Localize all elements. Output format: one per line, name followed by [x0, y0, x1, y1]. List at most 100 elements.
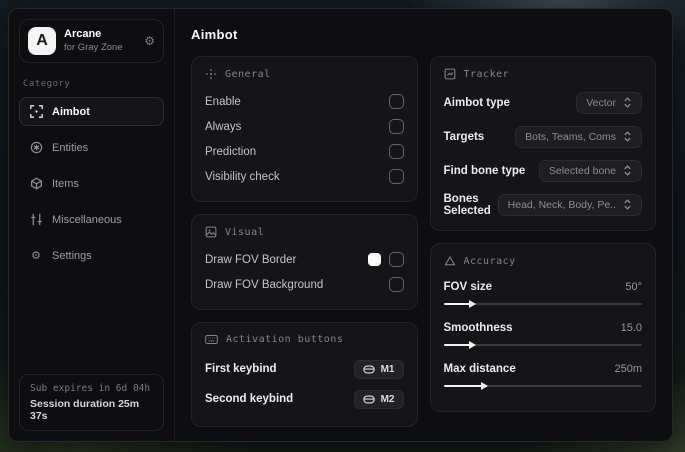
- always-checkbox[interactable]: [388, 119, 404, 134]
- slider-thumb[interactable]: [469, 340, 477, 349]
- setting-label: Enable: [205, 95, 241, 108]
- slider-thumb[interactable]: [481, 381, 489, 390]
- setting-row-first-keybind: First keybind M1: [205, 354, 404, 384]
- slider-value: 50°: [625, 281, 642, 293]
- left-column: General Enable Always Prediction Visibil…: [191, 56, 418, 439]
- gear-icon[interactable]: ⚙: [144, 34, 155, 48]
- gear-icon: ⚙: [31, 250, 41, 262]
- brand-name: Arcane: [64, 28, 102, 41]
- fov-border-color-swatch[interactable]: [367, 253, 381, 266]
- setting-row-fov-size: FOV size 50°: [443, 276, 642, 309]
- card-title: Accuracy: [463, 255, 516, 267]
- first-keybind-button[interactable]: M1: [353, 359, 404, 379]
- tracker-card: Tracker Aimbot type Vector Targets Bots,…: [429, 56, 656, 231]
- sidebar-item-entities[interactable]: Entities: [19, 133, 164, 162]
- unfold-icon: [624, 131, 631, 142]
- sub-expires-text: Sub expires in 6d 04h: [30, 383, 151, 394]
- setting-label: Draw FOV Border: [205, 253, 297, 266]
- targets-dropdown[interactable]: Bots, Teams, Coms: [515, 125, 642, 148]
- sidebar-item-label: Items: [52, 177, 79, 190]
- dropdown-value: Vector: [586, 96, 616, 109]
- app-window: A Arcane for Gray Zone ⚙ Category Aimbot…: [8, 8, 673, 442]
- setting-row-enable: Enable: [205, 89, 404, 114]
- fov-size-slider[interactable]: [443, 299, 642, 309]
- entities-icon: [29, 141, 43, 154]
- keyboard-icon: [205, 334, 218, 345]
- general-card: General Enable Always Prediction Visibil…: [191, 56, 418, 202]
- setting-row-max-distance: Max distance 250m: [443, 358, 642, 391]
- brand-logo: A: [28, 27, 56, 55]
- setting-row-draw-fov-background: Draw FOV Background: [205, 272, 404, 297]
- image-icon: [205, 226, 217, 238]
- find-bone-type-dropdown[interactable]: Selected bone: [538, 159, 642, 182]
- sidebar: A Arcane for Gray Zone ⚙ Category Aimbot…: [9, 9, 175, 441]
- brand-subtitle: for Gray Zone: [64, 41, 123, 53]
- keybind-value: M1: [380, 363, 395, 375]
- sidebar-item-aimbot[interactable]: Aimbot: [19, 97, 164, 126]
- card-title: Tracker: [463, 68, 510, 80]
- setting-label: Bones Selected: [443, 192, 491, 217]
- second-keybind-button[interactable]: M2: [353, 389, 404, 409]
- sidebar-item-label: Aimbot: [52, 105, 90, 118]
- visibility-check-checkbox[interactable]: [388, 169, 404, 184]
- setting-row-smoothness: Smoothness 15.0: [443, 317, 642, 350]
- mouse-icon: [362, 395, 375, 404]
- setting-label: Second keybind: [205, 393, 294, 405]
- sidebar-item-items[interactable]: Items: [19, 169, 164, 198]
- setting-label: Targets: [443, 130, 485, 143]
- trend-icon: [444, 68, 456, 80]
- setting-row-draw-fov-border: Draw FOV Border: [205, 247, 404, 272]
- visual-card: Visual Draw FOV Border Draw FOV Backgrou…: [191, 214, 418, 310]
- sidebar-item-label: Settings: [52, 249, 92, 262]
- crosshair-icon: [29, 105, 43, 118]
- prediction-checkbox[interactable]: [388, 144, 404, 159]
- card-title: Visual: [225, 226, 265, 238]
- keybind-value: M2: [380, 393, 395, 405]
- setting-label: Always: [205, 120, 242, 133]
- setting-label: First keybind: [205, 363, 277, 375]
- sidebar-item-settings[interactable]: ⚙ Settings: [19, 241, 164, 270]
- subscription-card: Sub expires in 6d 04h Session duration 2…: [19, 374, 164, 431]
- session-duration-text: Session duration 25m 37s: [30, 398, 140, 422]
- page-title: Aimbot: [191, 27, 238, 42]
- smoothness-slider[interactable]: [443, 340, 642, 350]
- accuracy-card: Accuracy FOV size 50° Smoothness 15.0 Ma…: [429, 243, 656, 412]
- setting-label: Max distance: [443, 363, 516, 375]
- setting-label: Prediction: [205, 145, 257, 158]
- dropdown-value: Selected bone: [548, 164, 616, 177]
- setting-row-aimbot-type: Aimbot type Vector: [443, 89, 642, 116]
- brand-card: A Arcane for Gray Zone ⚙: [19, 19, 164, 63]
- enable-checkbox[interactable]: [388, 94, 404, 109]
- setting-label: Visibility check: [205, 170, 280, 183]
- sidebar-item-label: Entities: [52, 141, 89, 154]
- slider-value: 15.0: [620, 322, 642, 334]
- setting-row-find-bone-type: Find bone type Selected bone: [443, 157, 642, 184]
- bones-selected-dropdown[interactable]: Head, Neck, Body, Pe..: [497, 193, 642, 216]
- max-distance-slider[interactable]: [443, 381, 642, 391]
- setting-label: Aimbot type: [443, 96, 510, 109]
- setting-row-prediction: Prediction: [205, 139, 404, 164]
- draw-fov-border-checkbox[interactable]: [388, 252, 404, 267]
- card-title: General: [225, 68, 271, 80]
- setting-row-targets: Targets Bots, Teams, Coms: [443, 123, 642, 150]
- unfold-icon: [624, 199, 631, 210]
- dropdown-value: Head, Neck, Body, Pe..: [507, 198, 616, 211]
- category-label: Category: [23, 79, 71, 89]
- sidebar-item-miscellaneous[interactable]: Miscellaneous: [19, 205, 164, 234]
- draw-fov-background-checkbox[interactable]: [388, 277, 404, 292]
- delta-icon: [444, 255, 456, 267]
- dropdown-value: Bots, Teams, Coms: [525, 130, 616, 143]
- mouse-icon: [362, 365, 375, 374]
- slider-value: 250m: [614, 363, 642, 375]
- unfold-icon: [624, 165, 631, 176]
- setting-row-visibility-check: Visibility check: [205, 164, 404, 189]
- cube-icon: [29, 177, 43, 190]
- setting-row-second-keybind: Second keybind M2: [205, 384, 404, 414]
- aimbot-type-dropdown[interactable]: Vector: [576, 91, 642, 114]
- slider-thumb[interactable]: [469, 299, 477, 308]
- setting-label: Smoothness: [443, 322, 513, 334]
- right-column: Tracker Aimbot type Vector Targets Bots,…: [429, 56, 656, 424]
- unfold-icon: [624, 97, 631, 108]
- main-panel: Aimbot General Enable Always Prediction …: [175, 9, 672, 441]
- setting-label: Find bone type: [443, 164, 526, 177]
